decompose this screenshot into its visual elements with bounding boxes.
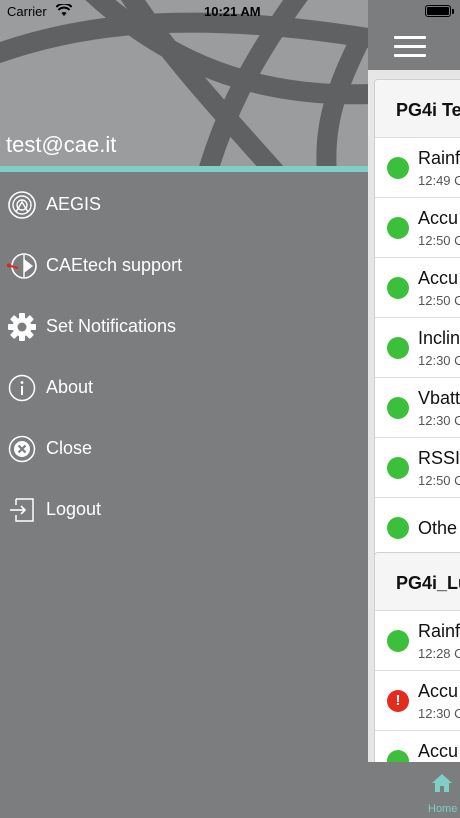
sensor-row[interactable]: Vbatt 12:30 C [375,378,460,438]
station-title: PG4i Te [375,80,460,138]
sensor-name: Accu [418,681,459,701]
battery-icon [425,5,454,17]
sensor-name: Accu [418,741,459,761]
tab-bar: Home [368,762,460,818]
sensor-name: Inclin [418,328,460,348]
station-title: PG4i_Lu [375,553,460,611]
logout-icon [6,494,38,526]
tab-home-label: Home [428,803,458,815]
sensor-name: Rainf [418,621,460,641]
hamburger-menu-icon[interactable] [394,36,426,58]
wifi-icon [55,2,73,22]
status-bar: Carrier 10:21 AM [0,0,460,22]
sensor-time: 12:50 C [418,233,460,248]
status-ok-icon [387,630,409,652]
sensor-time: 12:49 C [418,173,460,188]
status-ok-icon [387,277,409,299]
sensor-time: 12:28 C [418,646,460,661]
sensor-row[interactable]: Rainf 12:28 C [375,611,460,671]
status-ok-icon [387,457,409,479]
status-ok-icon [387,397,409,419]
sensor-name: Rainf [418,148,460,168]
sensor-time: 12:50 C [418,473,460,488]
carrier-label: Carrier [7,4,47,19]
tab-home[interactable]: Home [418,762,460,818]
header-divider [0,166,368,172]
sensor-row[interactable]: ! Accu 12:30 C [375,671,460,731]
sensor-name: RSSI [418,448,460,468]
station-card: PG4i Te Rainf 12:49 C Accu 12:50 C Accu … [374,79,460,559]
info-icon [6,372,38,404]
sensor-row[interactable]: Othe [375,498,460,558]
station-card: PG4i_Lu Rainf 12:28 C ! Accu 12:30 C Acc… [374,552,460,782]
sensor-row[interactable]: RSSI 12:50 C [375,438,460,498]
main-content: PG4i Te Rainf 12:49 C Accu 12:50 C Accu … [368,0,460,818]
menu-item-about[interactable]: About [0,357,368,418]
drawer-header: test@cae.it [0,0,368,168]
menu-label-logout: Logout [46,499,102,519]
user-email: test@cae.it [6,132,117,157]
sensor-time: 12:50 C [418,293,460,308]
menu-label-about: About [46,377,94,397]
caetech-support-icon [6,250,38,282]
sensor-name: Othe [418,518,458,538]
menu-label-set-notifications: Set Notifications [46,316,177,336]
sensor-name: Accu [418,268,459,288]
sensor-time: 12:30 C [418,706,460,721]
status-ok-icon [387,337,409,359]
aegis-logo-icon [6,189,38,221]
sensor-row[interactable]: Accu 12:50 C [375,198,460,258]
menu-item-set-notifications[interactable]: Set Notifications [0,296,368,357]
menu-label-caetech-support: CAEtech support [46,255,183,275]
menu-item-logout[interactable]: Logout [0,479,368,540]
close-icon [6,433,38,465]
status-ok-icon [387,217,409,239]
menu-label-aegis: AEGIS [46,194,102,214]
status-ok-icon [387,517,409,539]
clock: 10:21 AM [204,4,261,19]
status-ok-icon [387,157,409,179]
menu-item-close[interactable]: Close [0,418,368,479]
menu-item-caetech-support[interactable]: CAEtech support [0,235,368,296]
sensor-row[interactable]: Accu 12:50 C [375,258,460,318]
menu-label-close: Close [46,438,93,458]
side-drawer: test@cae.it AEGIS CAEtech support Set No… [0,0,368,818]
sensor-row[interactable]: Inclin 12:30 C [375,318,460,378]
sensor-name: Vbatt [418,388,460,408]
sensor-row[interactable]: Rainf 12:49 C [375,138,460,198]
status-alert-icon: ! [387,690,409,712]
sensor-time: 12:30 C [418,353,460,368]
sensor-time: 12:30 C [418,413,460,428]
sensor-name: Accu [418,208,459,228]
home-icon [432,774,452,792]
menu-item-aegis[interactable]: AEGIS [0,174,368,235]
drawer-menu: AEGIS CAEtech support Set Notifications … [0,174,368,540]
gear-icon [6,311,38,343]
